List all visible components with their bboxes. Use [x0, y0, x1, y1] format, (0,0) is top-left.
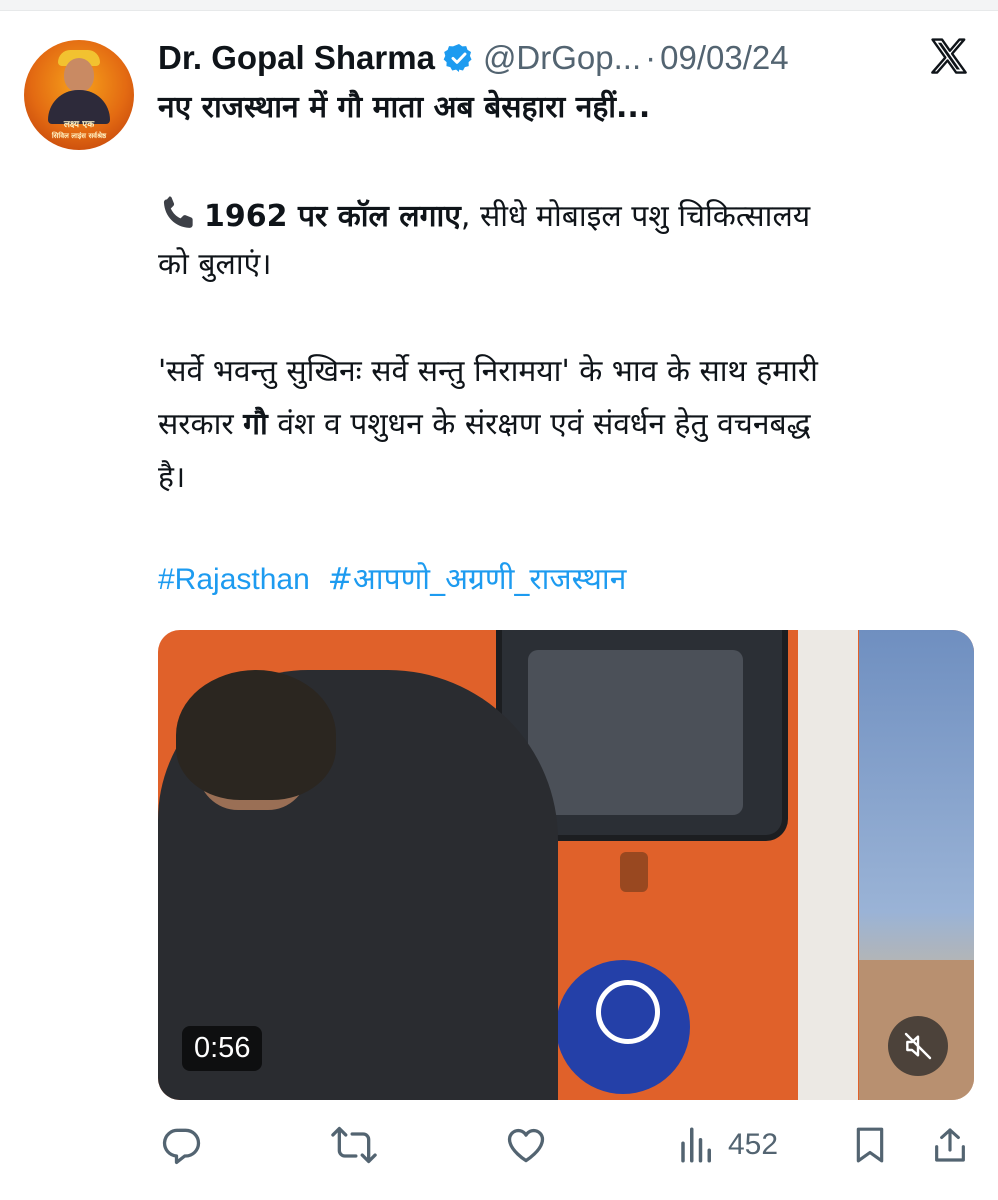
para-text-b: वंश व पशुधन के संरक्षण एवं संवर्धन हेतु …	[267, 407, 811, 442]
views-button[interactable]: 452	[676, 1121, 778, 1169]
author-avatar[interactable]: लक्ष्य एक सिविल लाइंस सर्वश्रेष्ठ	[24, 40, 134, 150]
hashtag-aapno-agrani-rajasthan[interactable]: #आपणो_अग्रणी_राजस्थान	[328, 562, 627, 597]
share-button[interactable]	[930, 1121, 970, 1169]
speaker-muted-icon	[904, 1032, 932, 1060]
hashtag-rajasthan[interactable]: #Rajasthan	[158, 563, 310, 596]
avatar-face	[64, 58, 94, 92]
tweet-call-line: 1962 पर कॉल लगाए, सीधे मोबाइल पशु चिकित्…	[158, 192, 810, 239]
para-text-bold: गौ	[243, 407, 268, 442]
retweet-button[interactable]	[330, 1121, 378, 1169]
avatar-text-1: लक्ष्य एक	[63, 120, 95, 130]
video-duration: 0:56	[182, 1026, 263, 1071]
retweet-icon	[331, 1126, 377, 1164]
man-head	[176, 670, 336, 800]
tweet-headline: नए राजस्थान में गौ माता अब बेसहारा नहीं.…	[158, 90, 651, 125]
like-button[interactable]	[503, 1121, 549, 1169]
avatar-banner: लक्ष्य एक सिविल लाइंस सर्वश्रेष्ठ	[32, 120, 126, 142]
tweet-para-line-3: है।	[158, 460, 186, 495]
x-logo-icon[interactable]	[927, 35, 971, 79]
avatar-body	[48, 90, 110, 124]
tweet-para-line-2: सरकार गौ वंश व पशुधन के संरक्षण एवं संवर…	[158, 403, 811, 447]
verified-badge-icon	[443, 44, 472, 72]
share-icon	[935, 1128, 965, 1162]
like-icon	[507, 1128, 545, 1163]
call-rest-text: , सीधे मोबाइल पशु चिकित्सालय	[460, 199, 811, 234]
views-icon	[681, 1127, 711, 1163]
tweet-header: Dr. Gopal Sharma @DrGop... · 09/03/24	[158, 36, 789, 80]
bookmark-icon	[856, 1127, 884, 1163]
cow-stethoscope-icon	[596, 980, 660, 1044]
tweet-action-bar: 452	[0, 1115, 998, 1175]
top-divider	[0, 0, 998, 11]
video-player[interactable]: 0:56	[158, 630, 974, 1100]
views-count: 452	[728, 1128, 779, 1161]
avatar-text-2: सिविल लाइंस सर्वश्रेष्ठ	[51, 132, 107, 140]
tweet-call-line-2: को बुलाएं।	[158, 247, 272, 282]
para-text-a: सरकार	[158, 407, 244, 442]
mute-button[interactable]	[888, 1016, 948, 1076]
tweet-para-line-1: 'सर्वे भवन्तु सुखिनः सर्वे सन्तु निरामया…	[158, 354, 818, 389]
van-window-glass	[528, 650, 743, 815]
hashtag-list: #Rajasthan #आपणो_अग्रणी_राजस्थान	[158, 558, 644, 602]
header-separator: ·	[645, 39, 657, 76]
telephone-icon	[163, 196, 193, 228]
reply-button[interactable]	[160, 1121, 204, 1169]
tweet-date[interactable]: 09/03/24	[660, 39, 788, 77]
van-door-frame	[798, 630, 858, 1100]
author-handle[interactable]: @DrGop...	[483, 39, 641, 77]
call-number-text: 1962 पर कॉल लगाए	[204, 199, 461, 234]
bookmark-button[interactable]	[850, 1121, 890, 1169]
author-name[interactable]: Dr. Gopal Sharma	[158, 39, 435, 77]
state-emblem	[620, 852, 648, 892]
reply-icon	[162, 1128, 201, 1165]
